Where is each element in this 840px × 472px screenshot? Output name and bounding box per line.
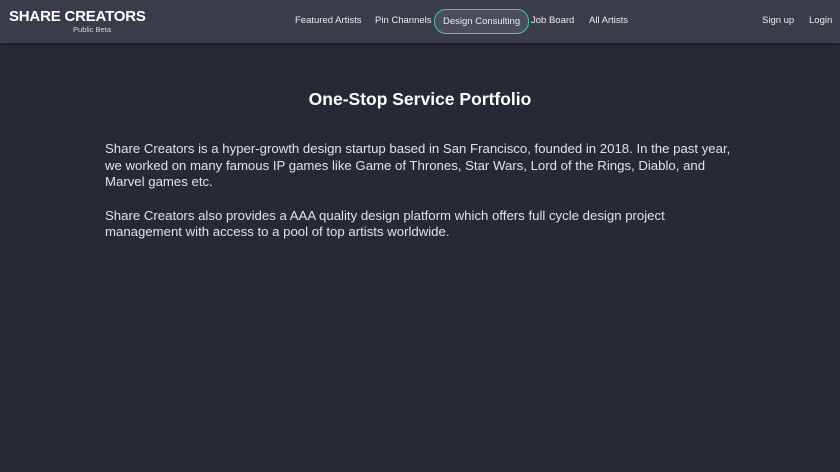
top-navbar: SHARE CREATORS Public Beta Featured Arti… [0,0,840,43]
intro-paragraph-1: Share Creators is a hyper-growth design … [105,141,731,190]
brand-logo[interactable]: SHARE CREATORS Public Beta [9,8,146,34]
intro-paragraph-2: Share Creators also provides a AAA quali… [105,207,665,240]
page-title: One-Stop Service Portfolio [308,89,532,109]
sign-up-link[interactable]: Sign up [762,15,794,27]
nav-job-board[interactable]: Job Board [531,15,574,27]
nav-all-artists[interactable]: All Artists [589,15,628,27]
nav-pin-channels[interactable]: Pin Channels [375,15,432,27]
brand-subtitle: Public Beta [73,25,111,34]
intro-text: Share Creators is a hyper-growth design … [105,141,737,258]
login-link[interactable]: Login [809,15,832,27]
nav-design-consulting[interactable]: Design Consulting [434,9,530,34]
brand-name: SHARE CREATORS [9,8,146,25]
nav-featured-artists[interactable]: Featured Artists [295,15,362,27]
